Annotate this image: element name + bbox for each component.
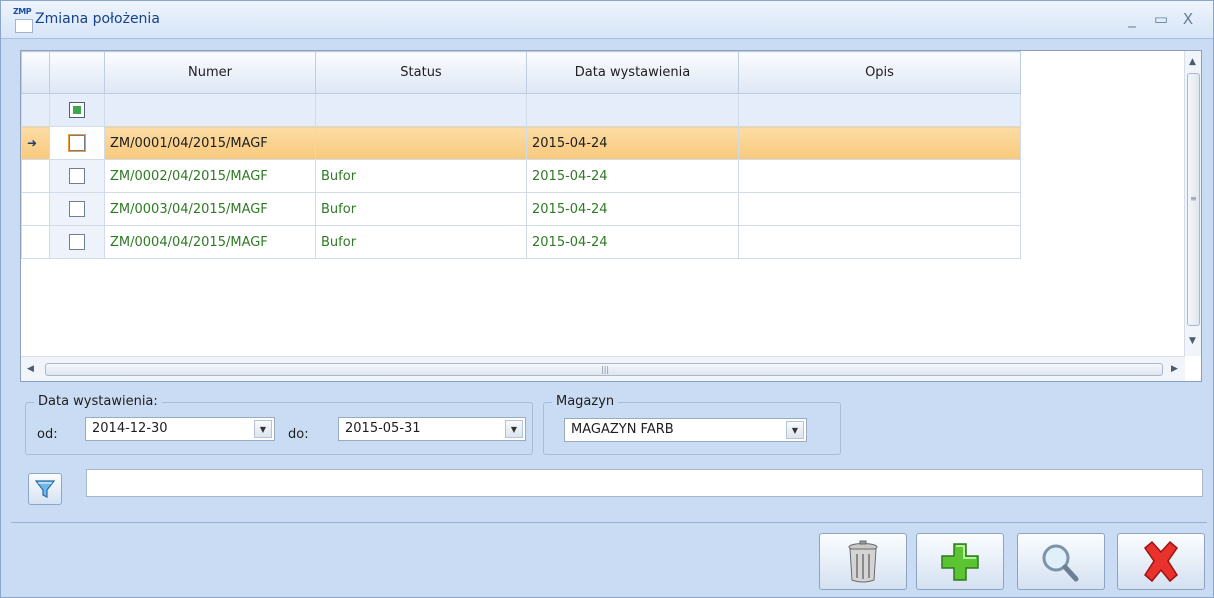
cell-status[interactable]: Bufor bbox=[315, 192, 527, 226]
app-icon-page bbox=[15, 19, 33, 33]
filter-cell-opis[interactable] bbox=[738, 93, 1021, 127]
to-label: do: bbox=[288, 427, 309, 442]
funnel-icon bbox=[34, 480, 56, 498]
cell-numer[interactable]: ZM/0003/04/2015/MAGF bbox=[104, 192, 316, 226]
title-bar: ZMP Zmiana położenia _ ▭ X bbox=[1, 1, 1213, 39]
filter-row bbox=[21, 93, 1021, 127]
column-header-numer[interactable]: Numer bbox=[104, 51, 316, 94]
from-label: od: bbox=[37, 427, 58, 442]
delete-button[interactable] bbox=[819, 533, 907, 590]
table-row[interactable]: ZM/0003/04/2015/MAGF Bufor 2015-04-24 bbox=[21, 192, 1021, 226]
scroll-left-icon[interactable]: ◀ bbox=[27, 364, 34, 374]
cell-opis[interactable] bbox=[738, 192, 1021, 226]
app-icon-tag: ZMP bbox=[13, 7, 32, 16]
window: ZMP Zmiana położenia _ ▭ X Numer Status … bbox=[0, 0, 1214, 598]
filter-cell-numer[interactable] bbox=[104, 93, 316, 127]
row-check-cell[interactable] bbox=[49, 159, 105, 193]
cell-status[interactable]: Bufor bbox=[315, 159, 527, 193]
column-header-status[interactable]: Status bbox=[315, 51, 527, 94]
date-filter-group: Data wystawienia: od: 2014-12-30 ▼ do: 2… bbox=[25, 394, 533, 455]
row-indicator bbox=[21, 192, 50, 226]
app-icon: ZMP bbox=[13, 7, 35, 33]
cell-data[interactable]: 2015-04-24 bbox=[526, 225, 739, 259]
row-indicator bbox=[21, 159, 50, 193]
date-from-field[interactable]: 2014-12-30 ▼ bbox=[85, 417, 275, 441]
row-check-cell[interactable] bbox=[49, 126, 105, 160]
select-all-checkbox[interactable] bbox=[69, 102, 85, 118]
cell-opis[interactable] bbox=[738, 225, 1021, 259]
column-header-data-wystawienia[interactable]: Data wystawienia bbox=[526, 51, 739, 94]
warehouse-value: MAGAZYN FARB bbox=[571, 422, 674, 437]
cell-numer[interactable]: ZM/0004/04/2015/MAGF bbox=[104, 225, 316, 259]
row-check-cell[interactable] bbox=[49, 192, 105, 226]
cell-data[interactable]: 2015-04-24 bbox=[526, 126, 739, 160]
cancel-button[interactable] bbox=[1117, 533, 1205, 590]
scroll-down-icon[interactable]: ▼ bbox=[1189, 336, 1196, 346]
cell-opis[interactable] bbox=[738, 159, 1021, 193]
chevron-down-icon[interactable]: ▼ bbox=[505, 420, 523, 438]
row-checkbox[interactable] bbox=[69, 234, 85, 250]
row-indicator bbox=[21, 225, 50, 259]
table-row[interactable]: ZM/0002/04/2015/MAGF Bufor 2015-04-24 bbox=[21, 159, 1021, 193]
horizontal-scrollbar[interactable]: ◀ ||| ▶ bbox=[21, 356, 1185, 381]
open-button[interactable] bbox=[1017, 533, 1105, 590]
row-check-cell[interactable] bbox=[49, 225, 105, 259]
filter-row-check[interactable] bbox=[49, 93, 105, 127]
warehouse-filter-group: Magazyn MAGAZYN FARB ▼ bbox=[543, 394, 841, 455]
row-checkbox[interactable] bbox=[69, 168, 85, 184]
row-pointer-icon: ➜ bbox=[27, 135, 38, 150]
cell-opis[interactable] bbox=[738, 126, 1021, 160]
filter-button[interactable] bbox=[28, 473, 62, 505]
header-indicator bbox=[21, 51, 50, 94]
add-button[interactable] bbox=[916, 533, 1004, 590]
cell-data[interactable]: 2015-04-24 bbox=[526, 159, 739, 193]
cell-data[interactable]: 2015-04-24 bbox=[526, 192, 739, 226]
grip-icon: ≡ bbox=[1190, 194, 1197, 203]
magnifier-icon bbox=[1042, 544, 1079, 582]
grid-header-row: Numer Status Data wystawienia Opis bbox=[21, 51, 1021, 94]
close-window-button[interactable]: X bbox=[1178, 10, 1198, 28]
search-input[interactable] bbox=[86, 469, 1203, 497]
date-from-value: 2014-12-30 bbox=[92, 421, 168, 436]
date-to-value: 2015-05-31 bbox=[345, 421, 421, 436]
grid-table: Numer Status Data wystawienia Opis ➜ ZM/… bbox=[21, 51, 1021, 259]
filter-cell-data[interactable] bbox=[526, 93, 739, 127]
scroll-right-icon[interactable]: ▶ bbox=[1171, 364, 1178, 374]
chevron-down-icon[interactable]: ▼ bbox=[254, 420, 272, 438]
date-to-field[interactable]: 2015-05-31 ▼ bbox=[338, 417, 526, 441]
cell-numer[interactable]: ZM/0002/04/2015/MAGF bbox=[104, 159, 316, 193]
column-header-opis[interactable]: Opis bbox=[738, 51, 1021, 94]
maximize-button[interactable]: ▭ bbox=[1151, 10, 1171, 28]
row-indicator: ➜ bbox=[21, 126, 50, 160]
window-title: Zmiana położenia bbox=[35, 11, 160, 27]
table-row[interactable]: ➜ ZM/0001/04/2015/MAGF 2015-04-24 bbox=[21, 126, 1021, 160]
cell-status[interactable]: Bufor bbox=[315, 225, 527, 259]
date-group-legend: Data wystawienia: bbox=[34, 394, 162, 409]
minimize-button[interactable]: _ bbox=[1122, 10, 1142, 28]
cell-numer[interactable]: ZM/0001/04/2015/MAGF bbox=[104, 126, 316, 160]
filter-row-indicator bbox=[21, 93, 50, 127]
trash-icon bbox=[848, 540, 878, 583]
filter-cell-status[interactable] bbox=[315, 93, 527, 127]
vertical-scroll-thumb[interactable]: ≡ bbox=[1187, 73, 1200, 326]
warehouse-select[interactable]: MAGAZYN FARB ▼ bbox=[564, 418, 807, 442]
warehouse-group-legend: Magazyn bbox=[552, 394, 619, 409]
plus-icon bbox=[941, 543, 979, 581]
chevron-down-icon[interactable]: ▼ bbox=[786, 421, 804, 439]
scroll-up-icon[interactable]: ▲ bbox=[1189, 57, 1196, 67]
grip-icon: ||| bbox=[601, 365, 610, 374]
red-x-icon bbox=[1143, 540, 1179, 583]
row-checkbox[interactable] bbox=[69, 135, 85, 151]
horizontal-scroll-thumb[interactable]: ||| bbox=[45, 363, 1163, 376]
vertical-scrollbar[interactable]: ▲ ≡ ▼ bbox=[1184, 51, 1201, 356]
table-row[interactable]: ZM/0004/04/2015/MAGF Bufor 2015-04-24 bbox=[21, 225, 1021, 259]
header-check bbox=[49, 51, 105, 94]
cell-status[interactable] bbox=[315, 126, 527, 160]
divider bbox=[11, 522, 1207, 523]
row-checkbox[interactable] bbox=[69, 201, 85, 217]
documents-grid[interactable]: Numer Status Data wystawienia Opis ➜ ZM/… bbox=[20, 50, 1202, 382]
